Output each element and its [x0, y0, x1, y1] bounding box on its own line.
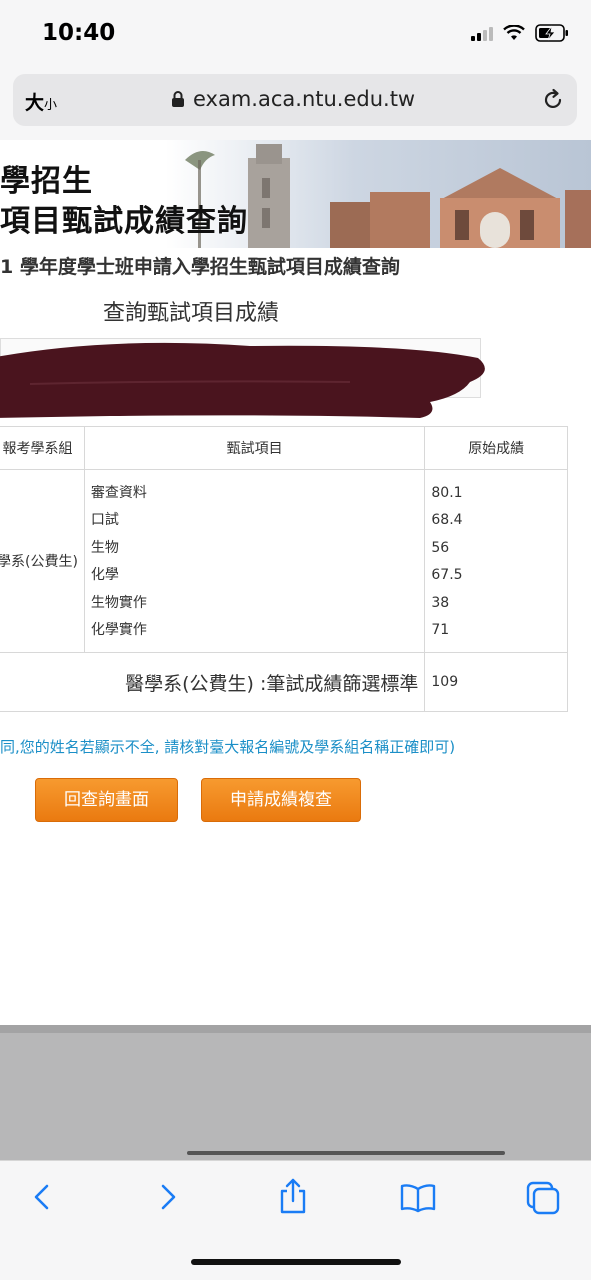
url-text: exam.aca.ntu.edu.tw [193, 87, 416, 111]
page-overscroll-area [0, 1025, 591, 1160]
banner-title-line2: 項目甄試成績查詢 [0, 204, 248, 239]
scores-table: 報考學系組 甄試項目 原始成績 學系(公費生) 審查資料 口試 生物 化學 生物… [0, 426, 568, 713]
status-bar: 10:40 [0, 0, 591, 68]
wifi-icon [503, 25, 525, 40]
text-size-large-label: 大 [25, 92, 45, 114]
status-icons [471, 24, 569, 42]
text-size-button[interactable]: 大小 [25, 88, 57, 115]
exam-item: 化學實作 [90, 621, 147, 638]
page-bottom-edge [0, 1025, 591, 1033]
back-icon[interactable] [30, 1181, 54, 1213]
battery-charging-icon [535, 24, 568, 42]
name-display-notice: 同,您的姓名若顯示不全, 請核對臺大報名編號及學系組名稱正確即可) [0, 738, 456, 756]
home-indicator [191, 1259, 401, 1265]
header-exam-item: 甄試項目 [83, 426, 426, 470]
bookmarks-icon[interactable] [400, 1183, 436, 1213]
web-page: 學招生 項目甄試成績查詢 1 學年度學士班申請入學招生甄試項目成績查詢 查詢甄試… [0, 140, 591, 1025]
site-banner: 學招生 項目甄試成績查詢 [0, 140, 591, 248]
exam-item: 化學 [90, 567, 119, 584]
screening-standard-value: 109 [424, 652, 568, 713]
forward-icon[interactable] [156, 1181, 180, 1213]
share-icon[interactable] [278, 1177, 308, 1215]
table-header-row: 報考學系組 甄試項目 原始成績 [0, 426, 568, 470]
tabs-icon[interactable] [526, 1181, 560, 1215]
exam-score: 38 [431, 594, 450, 611]
url-display[interactable]: exam.aca.ntu.edu.tw [171, 87, 415, 111]
section-title: 查詢甄試項目成績 [103, 301, 280, 326]
status-time: 10:40 [42, 20, 116, 46]
exam-score: 68.4 [431, 512, 463, 529]
exam-score: 80.1 [431, 485, 463, 501]
scores-cell: 80.1 68.4 56 67.5 38 71 [424, 468, 568, 654]
exam-score: 56 [431, 539, 450, 556]
standard-row: 醫學系(公費生) :筆試成績篩選標準 109 [0, 652, 568, 713]
back-to-query-button[interactable]: 回查詢畫面 [35, 778, 178, 822]
cellular-signal-icon [471, 25, 493, 41]
apply-score-review-button[interactable]: 申請成績複查 [201, 778, 361, 822]
header-department: 報考學系組 [0, 426, 85, 470]
exam-item: 生物實作 [90, 594, 147, 611]
address-bar[interactable]: 大小 exam.aca.ntu.edu.tw [13, 74, 577, 126]
page-subtitle: 1 學年度學士班申請入學招生甄試項目成績查詢 [0, 256, 400, 278]
screening-standard-label: 醫學系(公費生) :筆試成績篩選標準 [0, 652, 426, 713]
exam-items-cell: 審查資料 口試 生物 化學 生物實作 化學實作 [83, 468, 426, 654]
exam-score: 67.5 [431, 567, 463, 584]
text-size-small-label: 小 [44, 98, 58, 113]
horizontal-scroll-indicator [187, 1151, 505, 1155]
header-raw-score: 原始成績 [424, 426, 568, 470]
banner-title-line1: 學招生 [0, 164, 93, 199]
exam-item: 生物 [90, 539, 119, 556]
redaction-scribble [0, 342, 485, 418]
lock-icon [172, 91, 184, 107]
exam-score: 71 [431, 621, 450, 638]
exam-item: 審查資料 [90, 485, 147, 501]
department-cell: 學系(公費生) [0, 468, 85, 654]
table-row: 學系(公費生) 審查資料 口試 生物 化學 生物實作 化學實作 80.1 68.… [0, 468, 568, 654]
reload-icon[interactable] [541, 88, 565, 112]
exam-item: 口試 [90, 512, 119, 529]
